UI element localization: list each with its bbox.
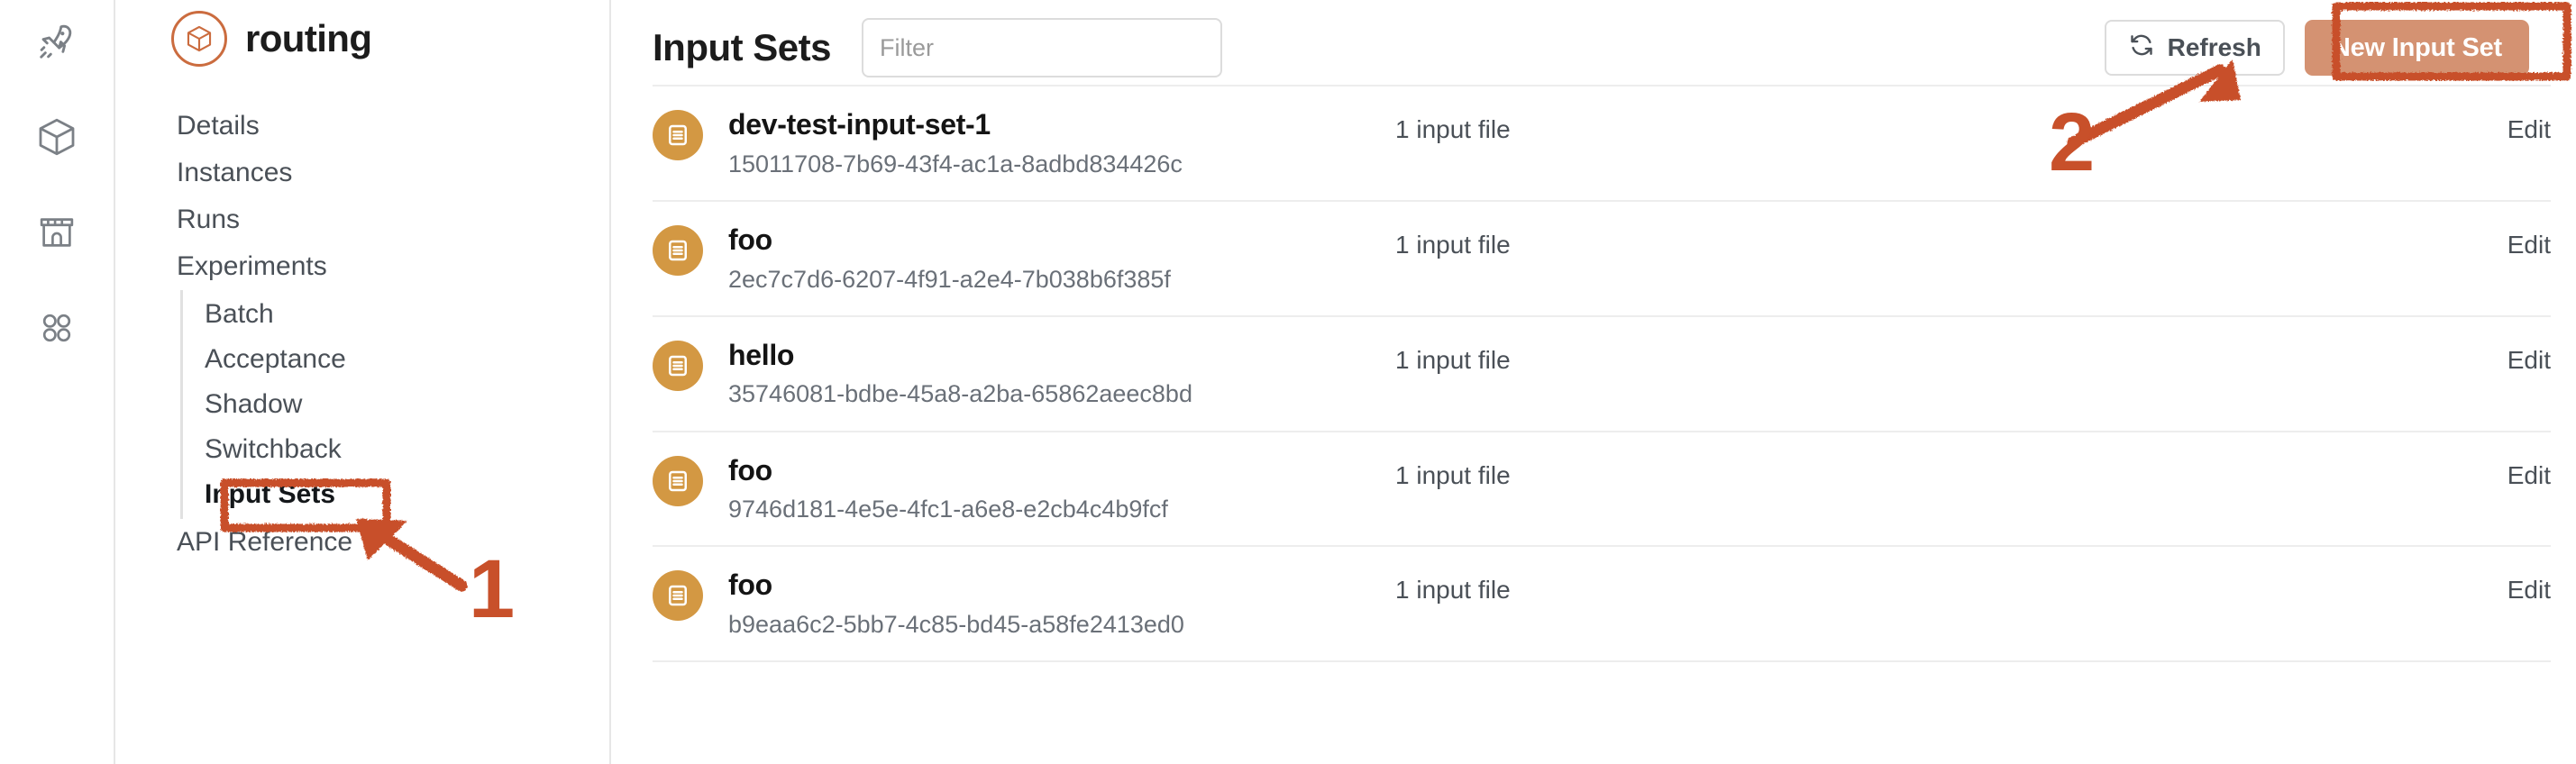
input-file-count: 1 input file (1395, 576, 1511, 605)
cube-outline-icon (171, 11, 227, 67)
edit-link[interactable]: Edit (2507, 568, 2551, 605)
sidebar-nav: Details Instances Runs Experiments Batch… (171, 103, 609, 566)
project-header[interactable]: routing (171, 11, 609, 67)
sidebar-item-label: Instances (177, 158, 293, 187)
input-set-id: b9eaa6c2-5bb7-4c85-bd45-a58fe2413ed0 (728, 611, 1184, 639)
list-document-icon (653, 110, 703, 160)
input-set-id: 15011708-7b69-43f4-ac1a-8adbd834426c (728, 150, 1183, 177)
input-set-name: foo (728, 453, 772, 487)
new-input-set-button[interactable]: New Input Set (2304, 20, 2529, 76)
table-row[interactable]: foo b9eaa6c2-5bb7-4c85-bd45-a58fe2413ed0… (653, 545, 2551, 660)
refresh-icon (2128, 32, 2155, 65)
input-sets-list: dev-test-input-set-1 15011708-7b69-43f4-… (611, 85, 2576, 663)
table-row[interactable]: foo 2ec7c7d6-6207-4f91-a2e4-7b038b6f385f… (653, 199, 2551, 315)
sidebar-item-batch[interactable]: Batch (183, 292, 609, 337)
header-actions: Refresh New Input Set (2104, 20, 2551, 76)
table-row[interactable]: hello 35746081-bdbe-45a8-a2ba-65862aeec8… (653, 314, 2551, 431)
input-set-name: foo (728, 568, 772, 602)
input-set-id: 9746d181-4e5e-4fc1-a6e8-e2cb4c4b9fcf (728, 496, 1168, 523)
sidebar-item-experiments[interactable]: Experiments (171, 243, 609, 290)
row-text: hello 35746081-bdbe-45a8-a2ba-65862aeec8… (728, 339, 1395, 409)
sidebar-subnav: Batch Acceptance Shadow Switchback Input… (180, 290, 609, 519)
icon-rail (0, 0, 115, 764)
sidebar-subitem-label: Acceptance (205, 344, 346, 374)
input-set-name: dev-test-input-set-1 (728, 108, 991, 141)
list-document-icon (653, 455, 703, 506)
input-set-id: 2ec7c7d6-6207-4f91-a2e4-7b038b6f385f (728, 265, 1171, 293)
project-sidebar: routing Details Instances Runs Experimen… (115, 0, 611, 764)
sidebar-item-input-sets[interactable]: Input Sets (183, 472, 609, 517)
sidebar-item-runs[interactable]: Runs (171, 196, 609, 243)
refresh-label: Refresh (2167, 33, 2261, 61)
grid-icon[interactable] (28, 299, 86, 357)
input-file-count: 1 input file (1395, 115, 1511, 143)
edit-link[interactable]: Edit (2507, 108, 2551, 144)
row-text: foo 9746d181-4e5e-4fc1-a6e8-e2cb4c4b9fcf (728, 454, 1395, 524)
sidebar-experiments-group: Batch Acceptance Shadow Switchback Input… (171, 290, 609, 519)
table-row[interactable]: foo 9746d181-4e5e-4fc1-a6e8-e2cb4c4b9fcf… (653, 430, 2551, 546)
store-icon[interactable] (28, 204, 86, 261)
sidebar-item-shadow[interactable]: Shadow (183, 382, 609, 427)
sidebar-subitem-label: Batch (205, 299, 274, 329)
input-set-name: foo (728, 223, 772, 256)
main-content: Input Sets Refresh New Input Set (611, 0, 2576, 764)
page-title: Input Sets (653, 26, 832, 68)
edit-link[interactable]: Edit (2507, 339, 2551, 375)
row-text: foo b9eaa6c2-5bb7-4c85-bd45-a58fe2413ed0 (728, 568, 1395, 639)
list-document-icon (653, 340, 703, 391)
sidebar-item-details[interactable]: Details (171, 103, 609, 150)
cube-icon[interactable] (28, 108, 86, 166)
sidebar-item-label: Experiments (177, 251, 327, 281)
list-bottom-divider (653, 660, 2551, 663)
input-file-count: 1 input file (1395, 345, 1511, 374)
input-file-count: 1 input file (1395, 460, 1511, 489)
input-set-id: 35746081-bdbe-45a8-a2ba-65862aeec8bd (728, 380, 1192, 408)
refresh-button[interactable]: Refresh (2104, 20, 2285, 76)
sidebar-item-acceptance[interactable]: Acceptance (183, 337, 609, 382)
sidebar-subitem-label: Input Sets (205, 479, 336, 509)
sidebar-item-switchback[interactable]: Switchback (183, 427, 609, 472)
row-text: dev-test-input-set-1 15011708-7b69-43f4-… (728, 108, 1395, 178)
sidebar-subitem-label: Switchback (205, 434, 342, 464)
sidebar-item-label: API Reference (177, 527, 353, 557)
filter-input[interactable] (862, 18, 1223, 77)
sidebar-item-instances[interactable]: Instances (171, 150, 609, 196)
app-root: routing Details Instances Runs Experimen… (0, 0, 2576, 764)
sidebar-item-label: Runs (177, 205, 241, 234)
sidebar-item-api-reference[interactable]: API Reference (171, 519, 609, 566)
page-header: Input Sets Refresh New Input Set (611, 0, 2576, 85)
list-document-icon (653, 570, 703, 622)
sidebar-subitem-label: Shadow (205, 389, 303, 419)
rocket-icon[interactable] (28, 13, 86, 70)
row-text: foo 2ec7c7d6-6207-4f91-a2e4-7b038b6f385f (728, 223, 1395, 294)
project-title: routing (245, 17, 372, 59)
list-document-icon (653, 224, 703, 276)
table-row[interactable]: dev-test-input-set-1 15011708-7b69-43f4-… (653, 85, 2551, 200)
input-file-count: 1 input file (1395, 230, 1511, 259)
edit-link[interactable]: Edit (2507, 454, 2551, 490)
sidebar-item-label: Details (177, 111, 260, 141)
input-set-name: hello (728, 338, 795, 371)
edit-link[interactable]: Edit (2507, 223, 2551, 259)
